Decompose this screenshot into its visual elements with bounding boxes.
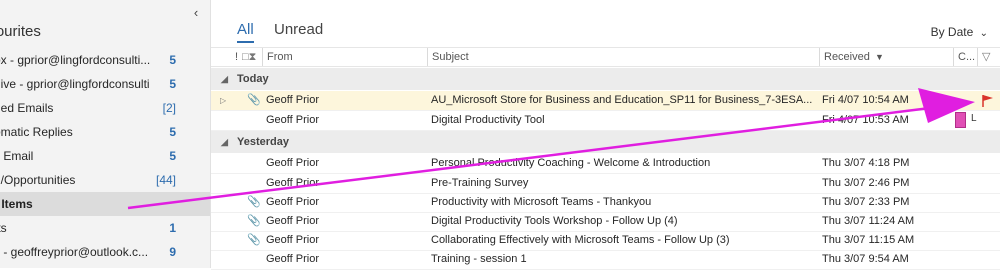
sidebar-folder-sent-items[interactable]: t Items bbox=[0, 192, 210, 216]
flag-icon[interactable] bbox=[981, 94, 995, 108]
sidebar-folder-archive[interactable]: hive - gprior@lingfordconsultin... 5 bbox=[0, 72, 210, 96]
attachment-icon: 📎 bbox=[247, 196, 261, 208]
folder-label: x Email bbox=[0, 149, 34, 163]
attachment-icon: 📎 bbox=[247, 215, 261, 227]
sidebar-folder-auto-replies[interactable]: omatic Replies 5 bbox=[0, 120, 210, 144]
message-row[interactable]: Geoff Prior Personal Productivity Coachi… bbox=[211, 154, 1000, 174]
message-from: Geoff Prior bbox=[266, 253, 319, 265]
folder-label: hive - gprior@lingfordconsultin... bbox=[0, 77, 150, 91]
group-label: Yesterday bbox=[237, 136, 289, 148]
sidebar-folder-inbox[interactable]: ox - gprior@lingfordconsulti... 5 bbox=[0, 48, 210, 72]
folder-label: fts bbox=[0, 221, 7, 235]
tab-unread[interactable]: Unread bbox=[274, 21, 323, 38]
folder-count: 5 bbox=[169, 149, 176, 163]
message-from: Geoff Prior bbox=[266, 196, 319, 208]
message-row[interactable]: Geoff Prior Pre-Training Survey Thu 3/07… bbox=[211, 174, 1000, 194]
folder-label: x - geoffreyprior@outlook.c... bbox=[0, 245, 149, 259]
attachment-icon: 📎 bbox=[247, 234, 261, 246]
message-subject: Digital Productivity Tool bbox=[431, 114, 545, 126]
message-subject: Digital Productivity Tools Workshop - Fo… bbox=[431, 215, 678, 227]
tab-all[interactable]: All bbox=[237, 21, 254, 43]
folder-count: [2] bbox=[162, 101, 176, 115]
folder-count: 1 bbox=[169, 221, 176, 235]
category-letter: L bbox=[971, 113, 977, 124]
group-label: Today bbox=[237, 73, 269, 85]
message-row[interactable]: Geoff Prior Training - session 1 Thu 3/0… bbox=[211, 250, 1000, 270]
message-list-pane: All Unread By Date ⌄ ! □⧗ From Subject R… bbox=[211, 0, 1000, 270]
message-row[interactable]: 📎 Geoff Prior Productivity with Microsof… bbox=[211, 193, 1000, 213]
received-column-header[interactable]: Received ▼ bbox=[819, 48, 954, 66]
message-row[interactable]: ▷ 📎 Geoff Prior AU_Microsoft Store for B… bbox=[211, 91, 1000, 111]
message-row[interactable]: 📎 Geoff Prior Collaborating Effectively … bbox=[211, 231, 1000, 251]
message-received: Thu 3/07 4:18 PM bbox=[822, 157, 910, 169]
message-subject: Pre-Training Survey bbox=[431, 177, 529, 189]
importance-column-header[interactable]: ! bbox=[235, 48, 238, 66]
received-label: Received bbox=[824, 51, 870, 63]
sidebar-folder-outlook-inbox[interactable]: x - geoffreyprior@outlook.c... 9 bbox=[0, 240, 210, 264]
folder-label: ox - gprior@lingfordconsulti... bbox=[0, 53, 150, 67]
collapse-group-icon: ◢ bbox=[221, 137, 228, 147]
column-header-row: ! □⧗ From Subject Received ▼ C... ▽ bbox=[211, 47, 1000, 67]
message-from: Geoff Prior bbox=[266, 94, 319, 106]
folder-label: t Items bbox=[0, 197, 33, 211]
message-from: Geoff Prior bbox=[266, 234, 319, 246]
folder-count: 5 bbox=[169, 77, 176, 91]
message-received: Thu 3/07 2:33 PM bbox=[822, 196, 910, 208]
sort-by-dropdown[interactable]: By Date ⌄ bbox=[931, 25, 988, 39]
sort-label: By Date bbox=[930, 25, 974, 39]
group-header-today[interactable]: ◢ Today bbox=[211, 68, 1000, 90]
sidebar-folder-email[interactable]: x Email 5 bbox=[0, 144, 210, 168]
attachment-column-header[interactable]: □⧗ bbox=[242, 48, 256, 66]
message-from: Geoff Prior bbox=[266, 177, 319, 189]
message-row[interactable]: 📎 Geoff Prior Digital Productivity Tools… bbox=[211, 212, 1000, 232]
message-received: Thu 3/07 11:24 AM bbox=[822, 215, 915, 227]
sort-descending-icon: ▼ bbox=[875, 52, 884, 62]
favourites-header[interactable]: avourites bbox=[0, 23, 41, 40]
folder-count: [44] bbox=[155, 173, 176, 187]
folder-count: 5 bbox=[169, 125, 176, 139]
sidebar-folder-opportunities[interactable]: d/Opportunities [44] bbox=[0, 168, 210, 192]
message-received: Thu 3/07 9:54 AM bbox=[822, 253, 909, 265]
sidebar-folder-drafts[interactable]: fts 1 bbox=[0, 216, 210, 240]
chevron-down-icon: ⌄ bbox=[979, 28, 988, 39]
folder-count: 9 bbox=[169, 245, 176, 259]
message-received: Thu 3/07 2:46 PM bbox=[822, 177, 910, 189]
from-column-header[interactable]: From bbox=[262, 48, 293, 66]
folder-label: ged Emails bbox=[0, 101, 54, 115]
category-column-header[interactable]: C... bbox=[953, 48, 975, 66]
message-received: Fri 4/07 10:54 AM bbox=[822, 94, 909, 106]
subject-column-header[interactable]: Subject bbox=[427, 48, 469, 66]
message-subject: Personal Productivity Coaching - Welcome… bbox=[431, 157, 711, 169]
message-from: Geoff Prior bbox=[266, 114, 319, 126]
message-received: Thu 3/07 11:15 AM bbox=[822, 234, 915, 246]
folder-pane: ‹ avourites ox - gprior@lingfordconsulti… bbox=[0, 0, 211, 268]
folder-label: d/Opportunities bbox=[0, 173, 76, 187]
chevron-left-icon[interactable]: ‹ bbox=[188, 5, 204, 21]
message-row[interactable]: Geoff Prior Digital Productivity Tool Fr… bbox=[211, 111, 1000, 131]
folder-label: omatic Replies bbox=[0, 125, 73, 139]
message-from: Geoff Prior bbox=[266, 157, 319, 169]
expand-conversation-icon[interactable]: ▷ bbox=[220, 91, 226, 110]
category-color-block[interactable] bbox=[955, 112, 966, 128]
message-subject: Training - session 1 bbox=[431, 253, 527, 265]
sidebar-folder-flagged[interactable]: ged Emails [2] bbox=[0, 96, 210, 120]
message-subject: Productivity with Microsoft Teams - Than… bbox=[431, 196, 652, 208]
filter-icon[interactable]: ▽ bbox=[977, 48, 990, 66]
group-header-yesterday[interactable]: ◢ Yesterday bbox=[211, 131, 1000, 153]
attachment-icon: 📎 bbox=[247, 94, 261, 106]
message-received: Fri 4/07 10:53 AM bbox=[822, 114, 909, 126]
message-subject: Collaborating Effectively with Microsoft… bbox=[431, 234, 730, 246]
message-from: Geoff Prior bbox=[266, 215, 319, 227]
folder-count: 5 bbox=[169, 53, 176, 67]
message-subject: AU_Microsoft Store for Business and Educ… bbox=[431, 94, 813, 106]
collapse-group-icon: ◢ bbox=[221, 74, 228, 84]
